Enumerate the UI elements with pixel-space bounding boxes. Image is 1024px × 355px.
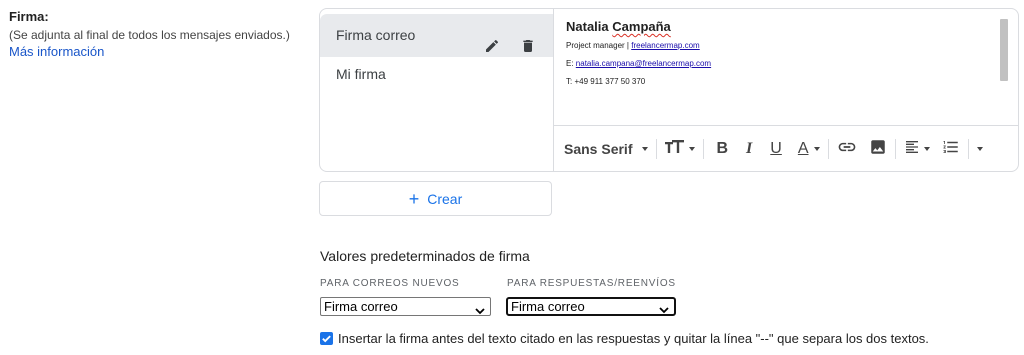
create-button-label: Crear bbox=[427, 190, 463, 207]
link-icon bbox=[837, 137, 857, 162]
chevron-down-icon bbox=[659, 302, 669, 317]
signature-role: Project manager | bbox=[566, 41, 629, 50]
insert-signature-label: Insertar la firma antes del texto citado… bbox=[338, 331, 929, 346]
toolbar-divider bbox=[967, 139, 969, 159]
signature-editor[interactable]: Natalia Campaña Project manager | freela… bbox=[554, 9, 1018, 171]
signature-phone: T: +49 911 377 50 370 bbox=[566, 77, 646, 86]
italic-icon: I bbox=[746, 140, 753, 157]
signature-first-name: Natalia bbox=[566, 19, 609, 34]
toolbar-divider bbox=[656, 139, 658, 159]
new-mail-label: PARA CORREOS NUEVOS bbox=[320, 278, 460, 289]
signature-email-link[interactable]: natalia.campana@freelancermap.com bbox=[576, 59, 711, 68]
image-icon bbox=[869, 138, 887, 161]
section-note: (Se adjunta al final de todos los mensaj… bbox=[9, 28, 290, 42]
reply-label: PARA RESPUESTAS/REENVÍOS bbox=[507, 278, 676, 289]
signature-content[interactable]: Natalia Campaña Project manager | freela… bbox=[566, 19, 988, 87]
chevron-down-icon bbox=[813, 147, 820, 151]
signature-item-mi-firma[interactable]: Mi firma bbox=[320, 53, 553, 96]
bold-icon: B bbox=[716, 140, 729, 157]
signature-item-label: Firma correo bbox=[336, 27, 416, 43]
checkmark-icon bbox=[322, 335, 331, 343]
toolbar-divider bbox=[894, 139, 896, 159]
signature-item-firma-correo[interactable]: Firma correo bbox=[320, 14, 553, 57]
toolbar-divider bbox=[827, 139, 829, 159]
link-button[interactable] bbox=[837, 137, 857, 161]
numbered-list-icon bbox=[942, 138, 960, 161]
align-icon bbox=[904, 139, 920, 160]
numbered-list-button[interactable] bbox=[942, 137, 960, 161]
underline-icon: U bbox=[770, 140, 782, 157]
format-toolbar: Sans Serif B I U A bbox=[554, 125, 1018, 172]
image-button[interactable] bbox=[869, 137, 887, 161]
delete-icon[interactable] bbox=[520, 28, 536, 52]
text-color-icon: A bbox=[797, 140, 809, 157]
italic-button[interactable]: I bbox=[746, 137, 752, 161]
chevron-down-icon bbox=[475, 302, 485, 319]
section-title: Firma: bbox=[9, 9, 49, 24]
font-select-label: Sans Serif bbox=[564, 141, 633, 157]
signature-role-line: Project manager | freelancermap.com bbox=[566, 41, 988, 51]
new-mail-signature-select[interactable]: Firma correo bbox=[320, 297, 491, 316]
plus-icon: + bbox=[408, 188, 420, 209]
font-select[interactable]: Sans Serif bbox=[564, 141, 649, 157]
signature-list: Firma correo Mi firma bbox=[320, 9, 554, 171]
text-size-button[interactable] bbox=[665, 137, 696, 161]
more-icon bbox=[976, 147, 983, 151]
chevron-down-icon bbox=[642, 147, 649, 151]
signature-item-label: Mi firma bbox=[336, 66, 386, 82]
create-signature-button[interactable]: + Crear bbox=[319, 181, 552, 216]
align-button[interactable] bbox=[904, 137, 930, 161]
signature-email-line: E: natalia.campana@freelancermap.com bbox=[566, 59, 988, 69]
text-color-button[interactable]: A bbox=[798, 137, 820, 161]
more-info-link[interactable]: Más información bbox=[9, 43, 309, 60]
editor-scrollbar[interactable] bbox=[1000, 19, 1008, 81]
more-formatting-button[interactable] bbox=[976, 137, 983, 161]
edit-icon[interactable] bbox=[484, 28, 500, 52]
reply-signature-select[interactable]: Firma correo bbox=[506, 297, 676, 316]
defaults-title: Valores predeterminados de firma bbox=[320, 248, 530, 264]
text-size-icon bbox=[665, 139, 685, 160]
insert-signature-checkbox[interactable] bbox=[320, 332, 333, 345]
signature-name: Natalia Campaña bbox=[566, 19, 988, 35]
signature-last-name: Campaña bbox=[612, 19, 671, 34]
insert-signature-option: Insertar la firma antes del texto citado… bbox=[320, 331, 929, 346]
signature-email-label: E: bbox=[566, 59, 574, 68]
chevron-down-icon bbox=[923, 147, 930, 151]
signature-website-link[interactable]: freelancermap.com bbox=[631, 41, 699, 50]
new-mail-signature-value: Firma correo bbox=[324, 299, 398, 314]
chevron-down-icon bbox=[689, 147, 696, 151]
reply-signature-value: Firma correo bbox=[511, 299, 585, 314]
toolbar-divider bbox=[703, 139, 705, 159]
signature-panel: Firma correo Mi firma Natalia Campaña Pr… bbox=[319, 8, 1019, 172]
underline-button[interactable]: U bbox=[770, 137, 782, 161]
bold-button[interactable]: B bbox=[716, 137, 728, 161]
signature-section-header: Firma: (Se adjunta al final de todos los… bbox=[9, 9, 309, 60]
